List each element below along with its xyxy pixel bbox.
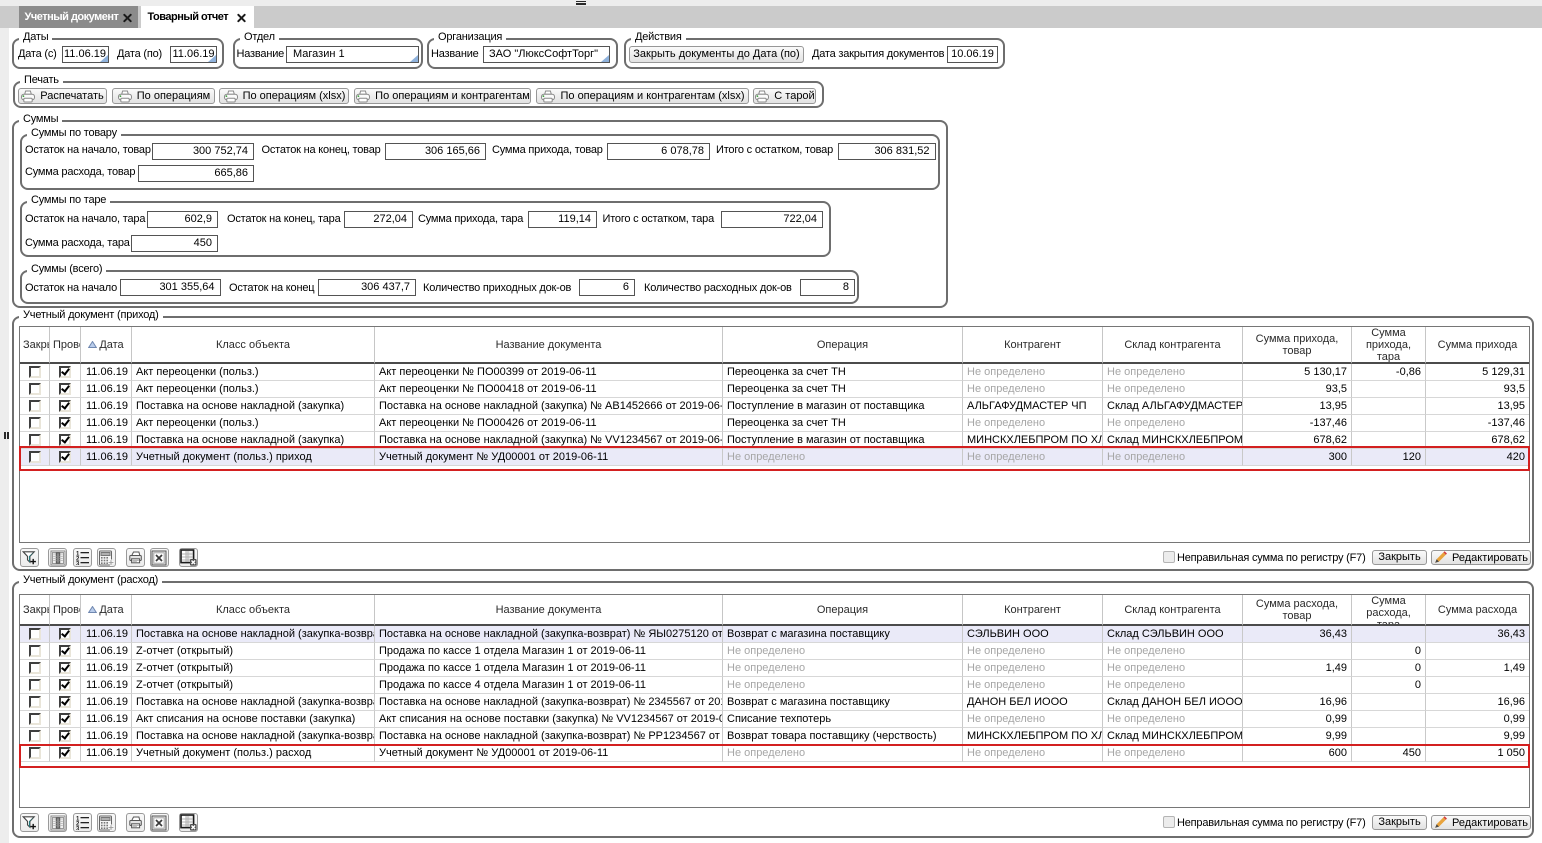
svg-text:3: 3 bbox=[76, 827, 80, 831]
svg-text:3: 3 bbox=[76, 562, 80, 566]
